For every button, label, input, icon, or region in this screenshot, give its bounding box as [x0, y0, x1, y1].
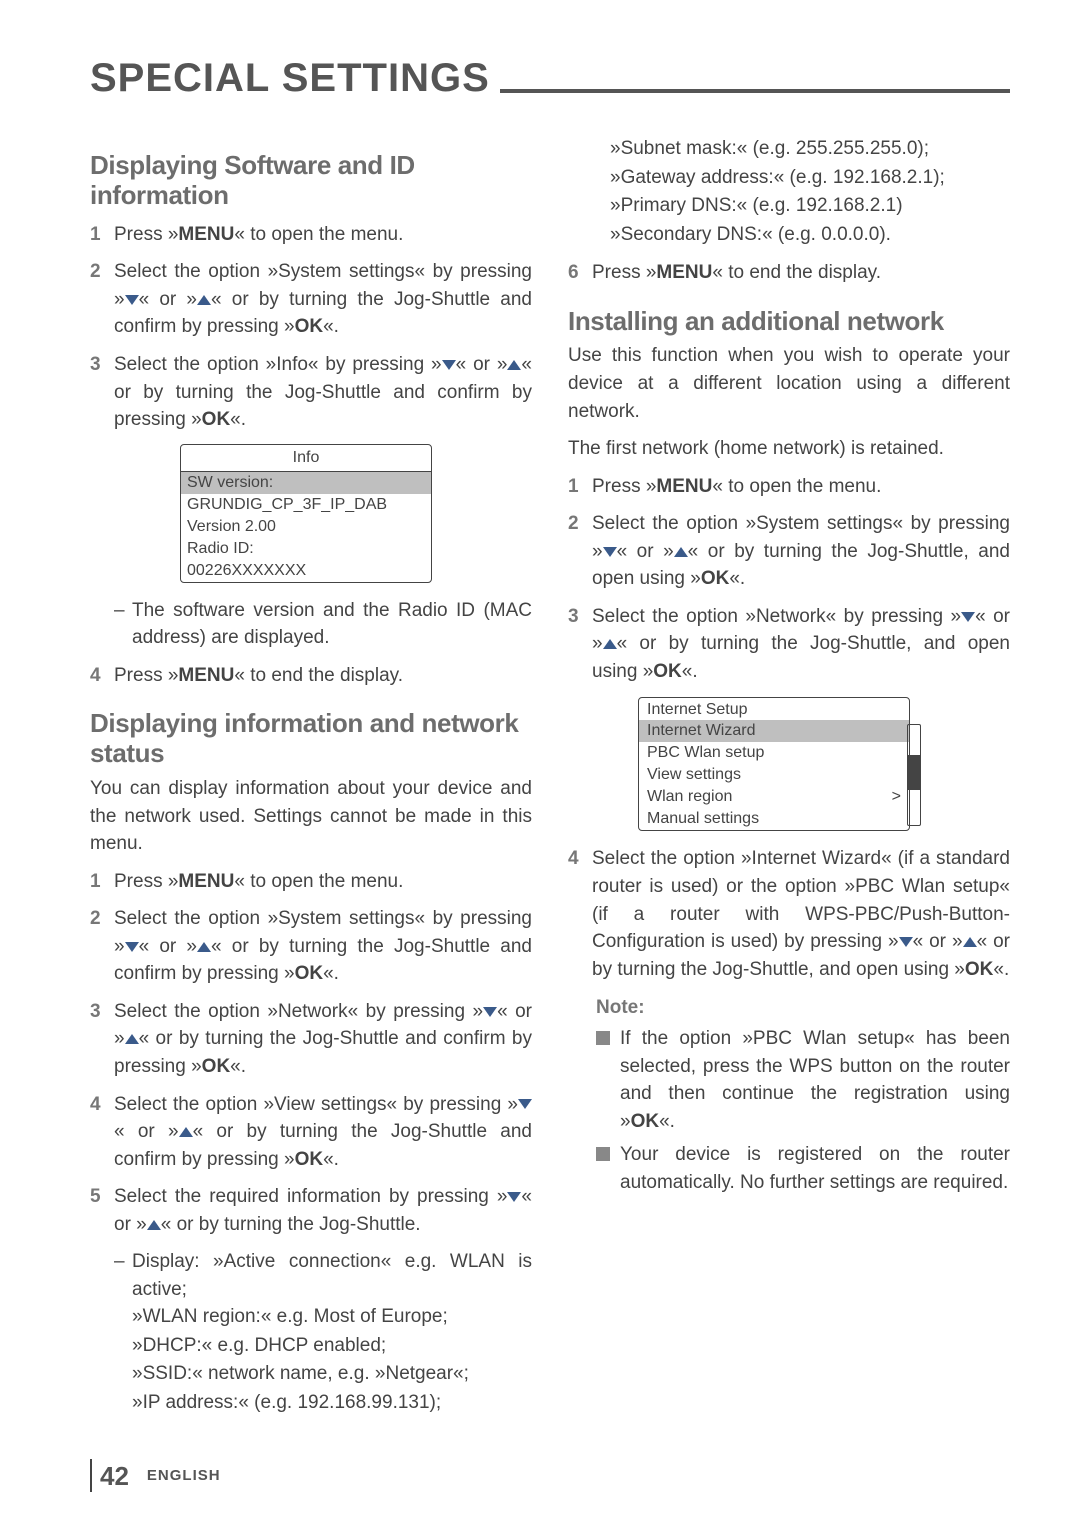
step-num: 3: [90, 998, 114, 1026]
step-num: 3: [90, 351, 114, 379]
note-bullet: If the option »PBC Wlan setup« has been …: [620, 1025, 1010, 1135]
arrow-up-icon: [147, 1220, 161, 1230]
menu-title: Internet Setup: [639, 698, 909, 720]
heading-network-status: Displaying information and network statu…: [90, 709, 532, 769]
display-line: »SSID:« network name, e.g. »Netgear«;: [132, 1360, 532, 1389]
title-rule: [500, 89, 1010, 93]
info-box-row: Radio ID:: [181, 538, 431, 560]
step-num: 1: [90, 221, 114, 249]
right-column: »Subnet mask:« (e.g. 255.255.255.0); »Ga…: [568, 131, 1010, 1417]
step-text: Press »MENU« to open the menu.: [592, 473, 1010, 501]
step-text: Select the option »Network« by pressing …: [592, 603, 1010, 686]
step-num: 4: [90, 662, 114, 690]
step-text: Press »MENU« to open the menu.: [114, 868, 532, 896]
display-line: »WLAN region:« e.g. Most of Europe;: [132, 1303, 532, 1332]
step-text: Select the required information by press…: [114, 1183, 532, 1238]
arrow-up-icon: [963, 937, 977, 947]
info-display-box: Info SW version: GRUNDIG_CP_3F_IP_DAB Ve…: [180, 444, 432, 583]
arrow-down-icon: [507, 1192, 521, 1202]
info-box-row: GRUNDIG_CP_3F_IP_DAB: [181, 494, 431, 516]
arrow-up-icon: [603, 639, 617, 649]
page-language: ENGLISH: [147, 1467, 221, 1484]
step-num: 6: [568, 259, 592, 287]
step-text: Select the option »Info« by pressing »« …: [114, 351, 532, 434]
display-line: »Primary DNS:« (e.g. 192.168.2.1): [610, 192, 1010, 221]
menu-row: View settings: [639, 764, 909, 786]
section-title-row: SPECIAL SETTINGS: [90, 56, 1010, 101]
arrow-down-icon: [603, 547, 617, 557]
arrow-down-icon: [442, 360, 456, 370]
step-text: Select the option »System settings« by p…: [114, 905, 532, 988]
step-num: 2: [90, 905, 114, 933]
step-text: Press »MENU« to end the display.: [114, 662, 532, 690]
menu-row: Manual settings: [639, 808, 909, 830]
arrow-up-icon: [507, 360, 521, 370]
menu-row: PBC Wlan setup: [639, 742, 909, 764]
step-num: 1: [90, 868, 114, 896]
step-num: 4: [568, 845, 592, 873]
step-text: Press »MENU« to end the display.: [592, 259, 1010, 287]
menu-row-label: Wlan region: [647, 788, 732, 806]
note-label: Note:: [596, 997, 1010, 1019]
page-footer: 42 ENGLISH: [90, 1459, 221, 1492]
step-text: Select the option »System settings« by p…: [114, 258, 532, 341]
arrow-up-icon: [197, 295, 211, 305]
arrow-down-icon: [518, 1099, 532, 1109]
note-bullet: Your device is registered on the router …: [620, 1141, 1010, 1196]
step-text: Select the option »Network« by pressing …: [114, 998, 532, 1081]
arrow-up-icon: [674, 547, 688, 557]
page-number: 42: [90, 1459, 137, 1492]
dash-icon: –: [114, 597, 132, 625]
arrow-up-icon: [179, 1127, 193, 1137]
section-note: The first network (home network) is reta…: [568, 435, 1010, 463]
step-note: The software version and the Radio ID (M…: [132, 597, 532, 652]
display-line: »Gateway address:« (e.g. 192.168.2.1);: [610, 164, 1010, 193]
step-text: Select the option »View settings« by pre…: [114, 1091, 532, 1174]
display-line: »IP address:« (e.g. 192.168.99.131);: [132, 1389, 532, 1418]
display-line: Display: »Active connection« e.g. WLAN i…: [132, 1248, 532, 1303]
step-num: 2: [568, 510, 592, 538]
step-num: 4: [90, 1091, 114, 1119]
internet-setup-menu: Internet Setup Internet Wizard PBC Wlan …: [638, 697, 910, 831]
arrow-down-icon: [483, 1007, 497, 1017]
section-intro: You can display information about your d…: [90, 775, 532, 858]
info-box-title: Info: [181, 445, 431, 472]
square-bullet-icon: [596, 1147, 610, 1161]
menu-row: Wlan region >: [639, 786, 909, 808]
info-box-row: 00226XXXXXXX: [181, 560, 431, 582]
section-intro: Use this function when you wish to opera…: [568, 342, 1010, 425]
display-line: »Secondary DNS:« (e.g. 0.0.0.0).: [610, 221, 1010, 250]
display-line: »Subnet mask:« (e.g. 255.255.255.0);: [610, 135, 1010, 164]
display-line: »DHCP:« e.g. DHCP enabled;: [132, 1332, 532, 1361]
info-box-row: Version 2.00: [181, 516, 431, 538]
arrow-down-icon: [125, 942, 139, 952]
info-box-selected-row: SW version:: [181, 472, 431, 494]
step-num: 2: [90, 258, 114, 286]
square-bullet-icon: [596, 1031, 610, 1045]
step-num: 3: [568, 603, 592, 631]
arrow-up-icon: [125, 1034, 139, 1044]
left-column: Displaying Software and ID information 1…: [90, 131, 532, 1417]
heading-software-id: Displaying Software and ID information: [90, 151, 532, 211]
chevron-right-icon: >: [892, 788, 901, 806]
arrow-down-icon: [125, 295, 139, 305]
step-num: 5: [90, 1183, 114, 1211]
arrow-down-icon: [961, 612, 975, 622]
dash-icon: –: [114, 1248, 132, 1276]
heading-additional-network: Installing an additional network: [568, 307, 1010, 337]
scrollbar: [907, 724, 921, 826]
step-text: Select the option »System settings« by p…: [592, 510, 1010, 593]
section-title: SPECIAL SETTINGS: [90, 56, 500, 101]
arrow-up-icon: [197, 942, 211, 952]
menu-row-selected: Internet Wizard: [639, 720, 909, 742]
scrollbar-thumb: [908, 755, 920, 790]
step-num: 1: [568, 473, 592, 501]
step-text: Press »MENU« to open the menu.: [114, 221, 532, 249]
arrow-down-icon: [899, 937, 913, 947]
step-text: Select the option »Internet Wizard« (if …: [592, 845, 1010, 983]
